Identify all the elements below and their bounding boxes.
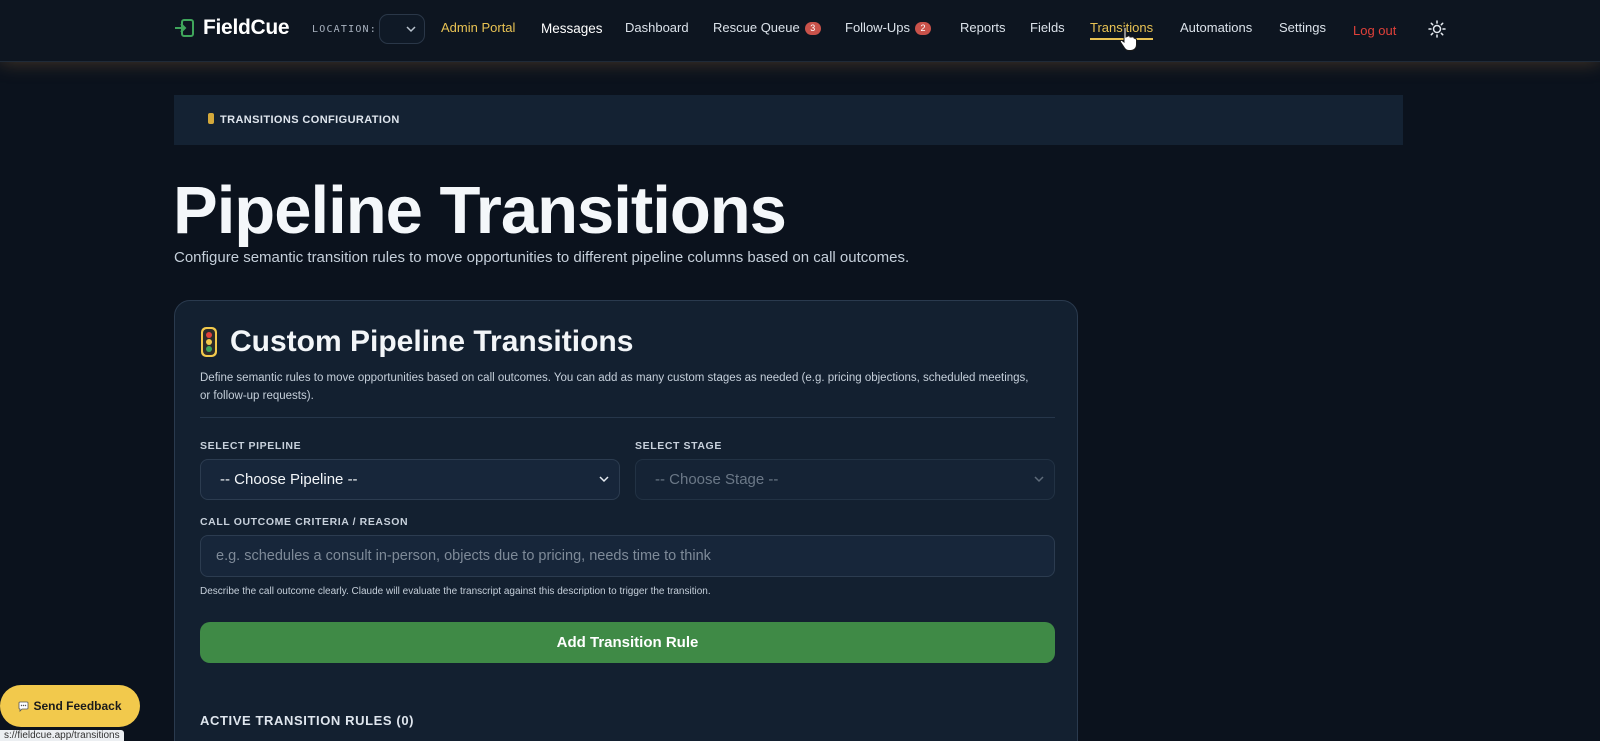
stage-select-value: -- Choose Stage -- (655, 471, 779, 488)
card-description: Define semantic rules to move opportunit… (200, 372, 1029, 402)
nav-rescue-queue[interactable]: Rescue Queue 3 (713, 20, 821, 35)
pipeline-select-value: -- Choose Pipeline -- (220, 471, 358, 488)
add-transition-rule-button[interactable]: Add Transition Rule (200, 622, 1055, 663)
section-banner: TRANSITIONS CONFIGURATION (174, 95, 1403, 145)
nav-reports[interactable]: Reports (960, 20, 1006, 35)
nav-fields[interactable]: Fields (1030, 20, 1065, 35)
card-title: Custom Pipeline Transitions (200, 325, 633, 359)
nav-follow-ups[interactable]: Follow-Ups 2 (845, 20, 932, 35)
follow-ups-count-badge: 2 (915, 22, 932, 35)
nav-settings[interactable]: Settings (1279, 20, 1326, 35)
pipeline-label: SELECT PIPELINE (200, 440, 302, 452)
top-nav: FieldCue LOCATION: Admin Portal Messages… (0, 0, 1600, 62)
nav-admin-portal[interactable]: Admin Portal (441, 20, 515, 35)
page-title: Pipeline Transitions (173, 173, 787, 248)
nav-dashboard[interactable]: Dashboard (625, 20, 689, 35)
brand-name: FieldCue (203, 16, 290, 39)
active-rules-heading: ACTIVE TRANSITION RULES (0) (200, 713, 415, 728)
brand[interactable]: FieldCue (173, 16, 290, 40)
stage-label: SELECT STAGE (635, 440, 722, 452)
divider (200, 417, 1055, 418)
sun-icon[interactable] (1428, 20, 1446, 38)
chevron-down-icon (599, 476, 609, 483)
pipeline-select[interactable]: -- Choose Pipeline -- (200, 459, 620, 500)
traffic-light-icon (208, 113, 214, 124)
speech-bubble-icon (19, 701, 29, 712)
transitions-card: Custom Pipeline Transitions Define seman… (174, 300, 1078, 741)
criteria-input[interactable] (200, 535, 1055, 577)
page-subtitle: Configure semantic transition rules to m… (174, 249, 910, 266)
criteria-label: CALL OUTCOME CRITERIA / REASON (200, 516, 409, 528)
status-bar-url: s://fieldcue.app/transitions (0, 730, 124, 741)
nav-automations[interactable]: Automations (1180, 20, 1252, 35)
send-feedback-button[interactable]: Send Feedback (0, 685, 140, 727)
traffic-light-icon (201, 327, 217, 357)
card-title-text: Custom Pipeline Transitions (230, 325, 634, 358)
logout-link[interactable]: Log out (1353, 23, 1396, 38)
banner-heading: TRANSITIONS CONFIGURATION (208, 113, 400, 126)
send-feedback-label: Send Feedback (33, 699, 122, 713)
banner-label: TRANSITIONS CONFIGURATION (220, 114, 400, 126)
nav-messages[interactable]: Messages (541, 21, 603, 36)
nav-follow-ups-label: Follow-Ups (845, 20, 911, 35)
chevron-down-icon (406, 26, 416, 33)
location-label: LOCATION: (312, 24, 377, 35)
stage-select[interactable]: -- Choose Stage -- (635, 459, 1055, 500)
nav-rescue-queue-label: Rescue Queue (713, 20, 800, 35)
rescue-queue-count-badge: 3 (804, 22, 821, 35)
location-select[interactable] (379, 14, 425, 44)
chevron-down-icon (1034, 476, 1044, 483)
criteria-help-text: Describe the call outcome clearly. Claud… (200, 586, 711, 597)
logo-icon (175, 19, 194, 37)
cursor-icon (1119, 26, 1137, 51)
